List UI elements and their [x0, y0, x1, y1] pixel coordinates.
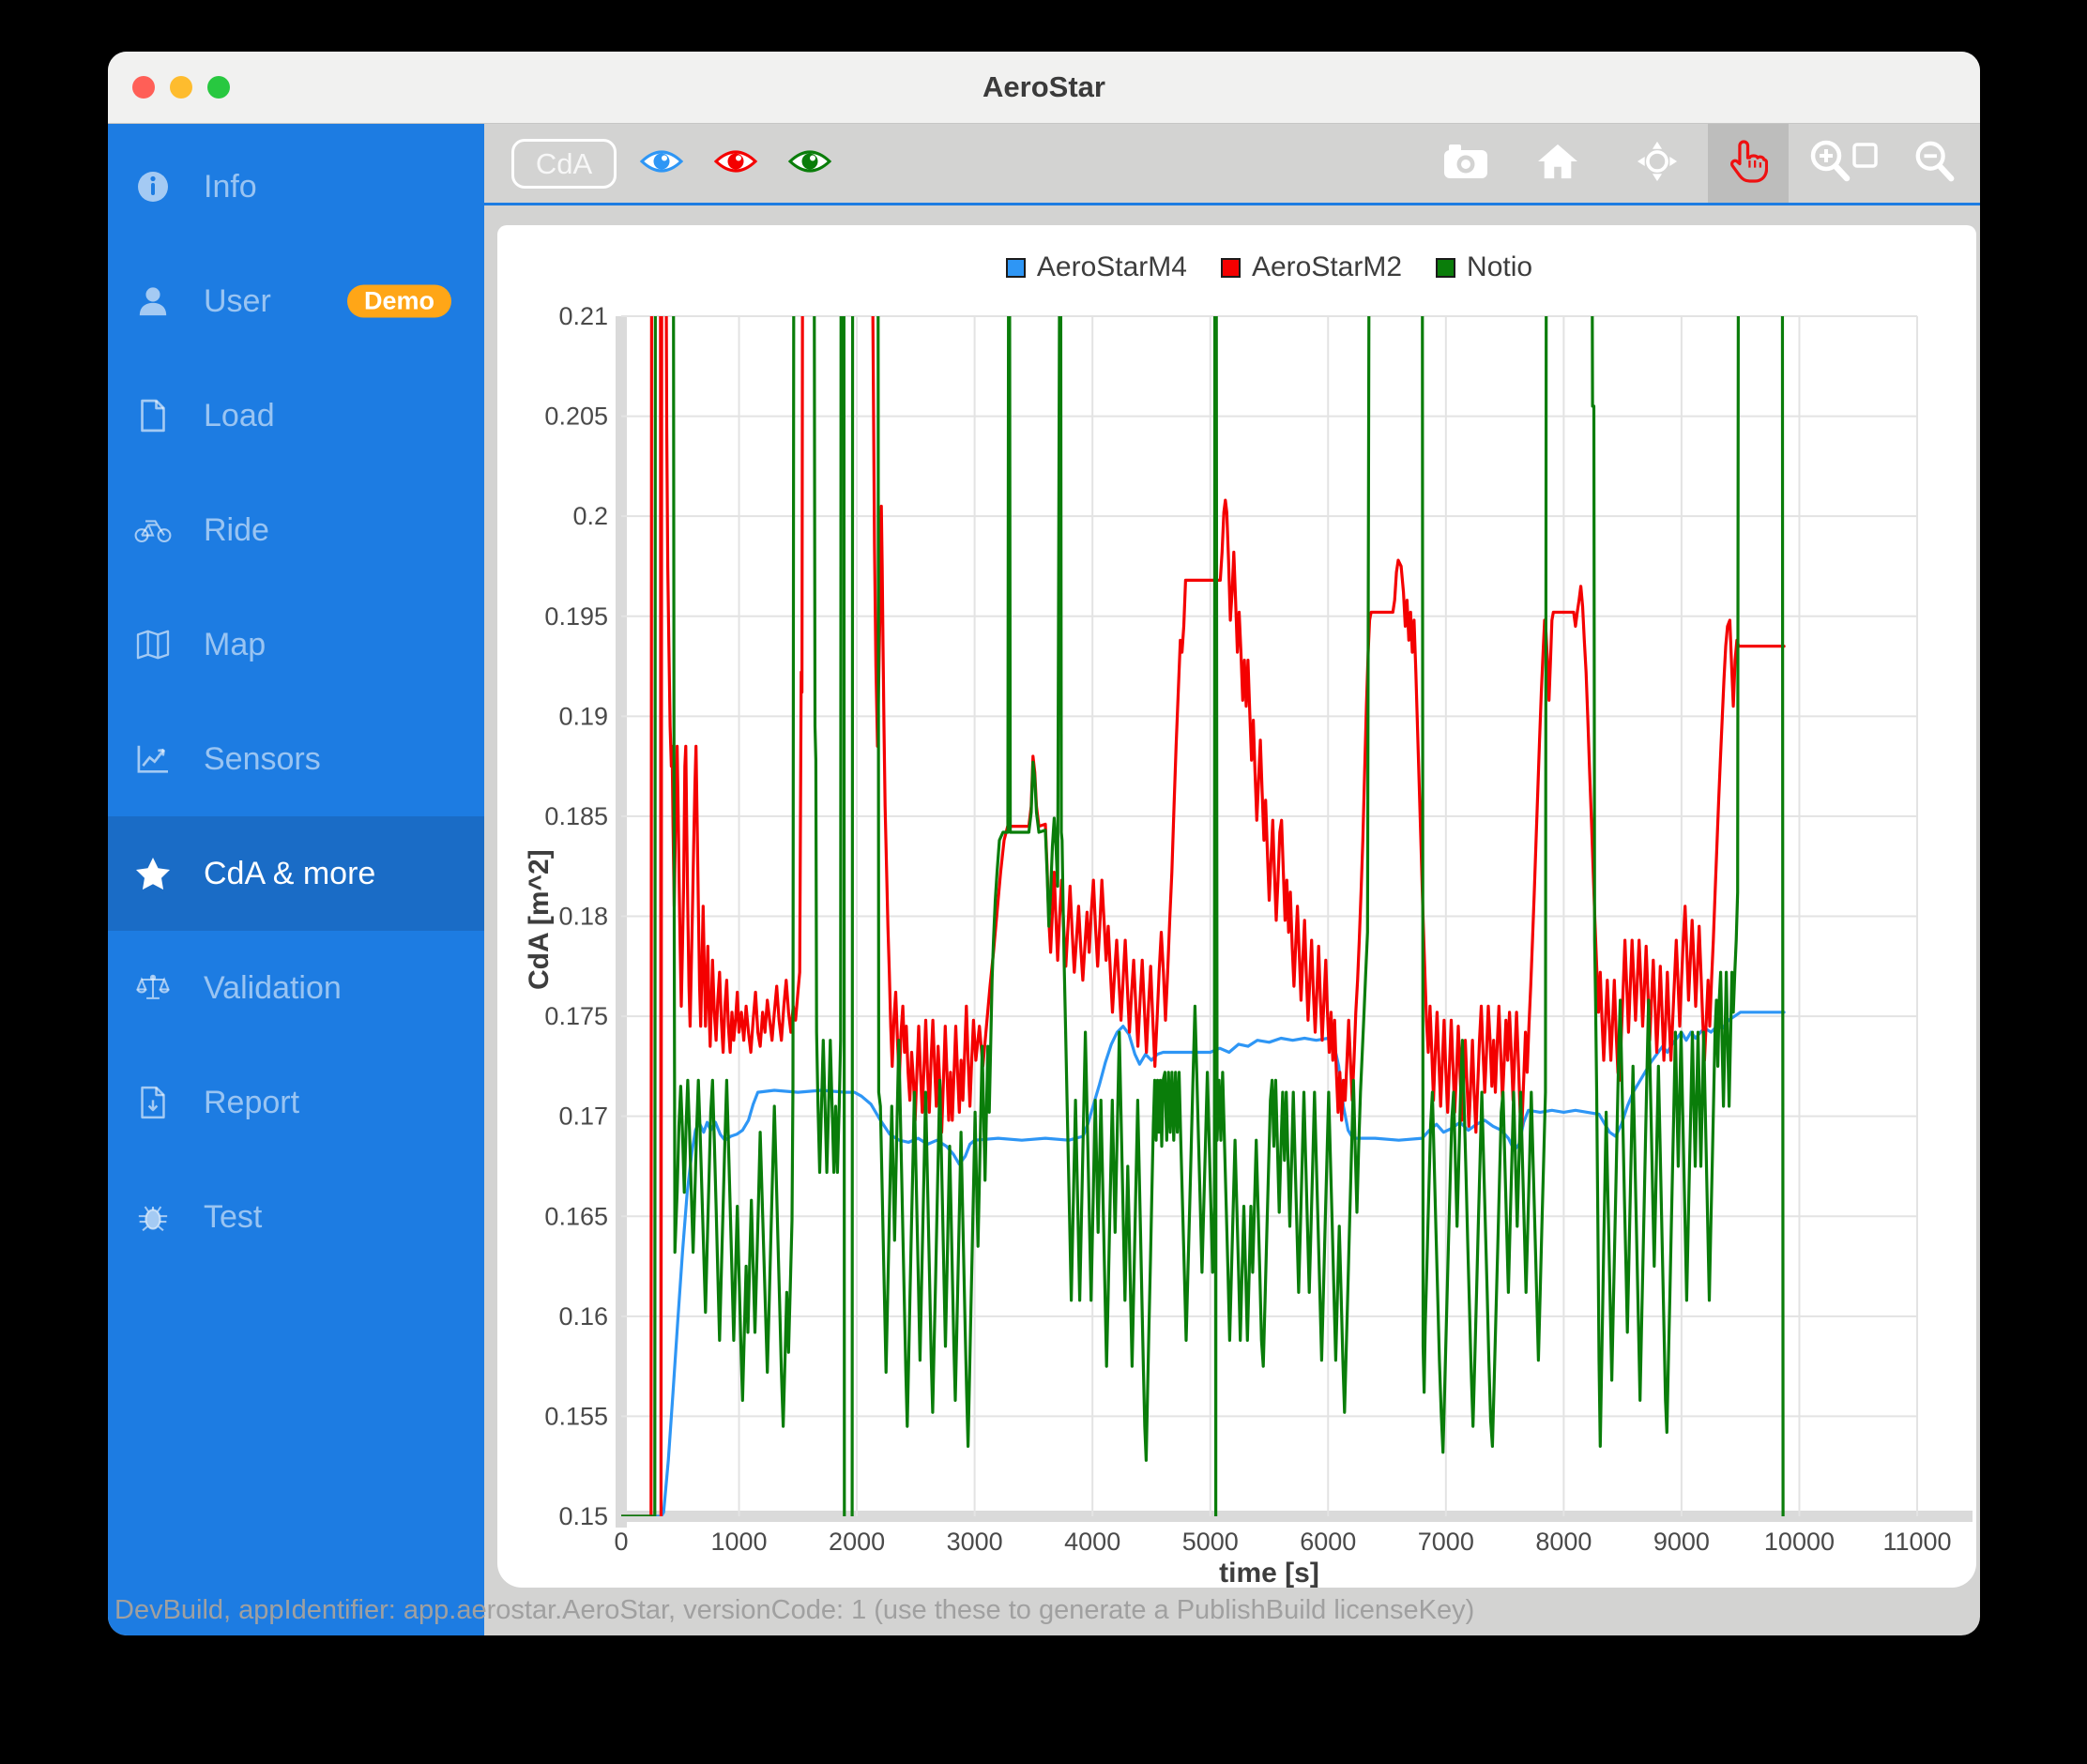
tick-labels: 0 1000 2000 3000 4000 5000 6000 7000 8000 9000 100… [544, 302, 1951, 1556]
window-title: AeroStar [983, 70, 1105, 104]
sidebar-item-label: User [204, 283, 271, 320]
y-tick-label: 0.15 [558, 1502, 608, 1530]
chart-icon [134, 744, 172, 774]
y-tick-label: 0.16 [558, 1302, 608, 1331]
sidebar-item-label: Info [204, 169, 257, 205]
sidebar-item-label: Ride [204, 512, 269, 549]
x-axis-title: time [s] [621, 1558, 1917, 1589]
x-tick-label: 6000 [1300, 1528, 1356, 1556]
sidebar-item-label: CdA & more [204, 856, 375, 892]
chart-plot-area[interactable]: 0 1000 2000 3000 4000 5000 6000 7000 8000 9000 100… [497, 225, 1976, 1588]
sidebar-item-test[interactable]: Test [108, 1160, 484, 1274]
pan-icon [1637, 141, 1678, 187]
x-tick-label: 7000 [1418, 1528, 1474, 1556]
pointer-hand-icon [1729, 138, 1768, 190]
minimize-button[interactable] [170, 76, 192, 99]
star-icon [134, 857, 172, 890]
sidebar-item-label: Validation [204, 970, 342, 1007]
sidebar-item-sensors[interactable]: Sensors [108, 702, 484, 816]
y-tick-label: 0.19 [558, 702, 608, 730]
x-axis-line [616, 1511, 1973, 1522]
y-tick-label: 0.155 [544, 1402, 608, 1430]
chart-panel: AeroStarM4 AeroStarM2 Notio CdA [m^2] 01… [497, 225, 1976, 1588]
y-tick-label: 0.2 [572, 502, 608, 530]
camera-icon [1442, 142, 1489, 186]
eye-green-icon [787, 147, 832, 180]
x-tick-label: 11000 [1882, 1528, 1951, 1556]
map-icon [134, 630, 172, 660]
y-axis-line [616, 316, 627, 1528]
toggle-series-green-button[interactable] [784, 124, 836, 203]
scales-icon [134, 973, 172, 1004]
y-tick-label: 0.175 [544, 1002, 608, 1030]
sidebar-item-cda-and-more[interactable]: CdA & more [108, 816, 484, 931]
sidebar-item-label: Report [204, 1085, 299, 1121]
x-tick-label: 1000 [711, 1528, 768, 1556]
sidebar-item-map[interactable]: Map [108, 587, 484, 702]
status-bar-text: DevBuild, appIdentifier: app.aerostar.Ae… [114, 1595, 1977, 1626]
home-icon [1536, 143, 1579, 185]
toggle-series-blue-button[interactable] [635, 124, 688, 203]
zoom-out-button[interactable] [1907, 124, 1963, 203]
y-tick-label: 0.185 [544, 802, 608, 830]
series-lines [621, 225, 1784, 1527]
snapshot-button[interactable] [1438, 124, 1494, 203]
eye-blue-icon [639, 147, 684, 180]
x-tick-label: 2000 [829, 1528, 885, 1556]
sidebar-item-ride[interactable]: Ride [108, 473, 484, 587]
y-tick-label: 0.165 [544, 1202, 608, 1230]
zoom-to-rect-button[interactable] [1800, 124, 1886, 203]
x-tick-label: 4000 [1064, 1528, 1120, 1556]
pan-tool-button[interactable] [1629, 124, 1685, 203]
zoom-in-icon [1807, 138, 1879, 190]
bicycle-icon [134, 516, 172, 544]
pointer-tool-button[interactable] [1708, 124, 1789, 203]
sidebar-item-label: Test [204, 1199, 262, 1236]
sidebar-item-label: Map [204, 627, 266, 663]
file-icon [134, 399, 172, 433]
sidebar-item-validation[interactable]: Validation [108, 931, 484, 1045]
y-tick-label: 0.205 [544, 403, 608, 431]
chart-content-area: AeroStarM4 AeroStarM2 Notio CdA [m^2] 01… [484, 205, 1980, 1635]
demo-badge: Demo [347, 285, 451, 318]
sidebar-item-label: Sensors [204, 741, 321, 778]
sidebar-item-load[interactable]: Load [108, 358, 484, 473]
close-button[interactable] [132, 76, 155, 99]
y-tick-label: 0.18 [558, 903, 608, 931]
y-tick-label: 0.195 [544, 602, 608, 631]
info-icon [134, 170, 172, 204]
y-tick-label: 0.17 [558, 1102, 608, 1131]
app-window: AeroStar Info User Demo Load [108, 52, 1980, 1635]
toolbar: CdA [484, 124, 1980, 205]
x-tick-label: 10000 [1764, 1528, 1835, 1556]
cda-button[interactable]: CdA [511, 139, 617, 189]
x-tick-label: 3000 [947, 1528, 1003, 1556]
sidebar-item-report[interactable]: Report [108, 1045, 484, 1160]
x-tick-label: 5000 [1182, 1528, 1239, 1556]
bug-icon [134, 1202, 172, 1232]
x-tick-label: 0 [614, 1528, 628, 1556]
sidebar: Info User Demo Load Ride [108, 124, 484, 1635]
sidebar-item-label: Load [204, 398, 275, 434]
y-tick-label: 0.21 [558, 302, 608, 330]
sidebar-item-info[interactable]: Info [108, 129, 484, 244]
eye-red-icon [713, 147, 758, 180]
toggle-series-red-button[interactable] [709, 124, 762, 203]
report-icon [134, 1086, 172, 1119]
series-line-notio [621, 225, 1783, 1527]
x-tick-label: 8000 [1535, 1528, 1592, 1556]
home-view-button[interactable] [1530, 124, 1586, 203]
maximize-button[interactable] [207, 76, 230, 99]
user-icon [134, 285, 172, 317]
sidebar-item-user[interactable]: User Demo [108, 244, 484, 358]
x-tick-label: 9000 [1653, 1528, 1710, 1556]
zoom-out-icon [1912, 139, 1958, 189]
title-bar: AeroStar [108, 52, 1980, 124]
